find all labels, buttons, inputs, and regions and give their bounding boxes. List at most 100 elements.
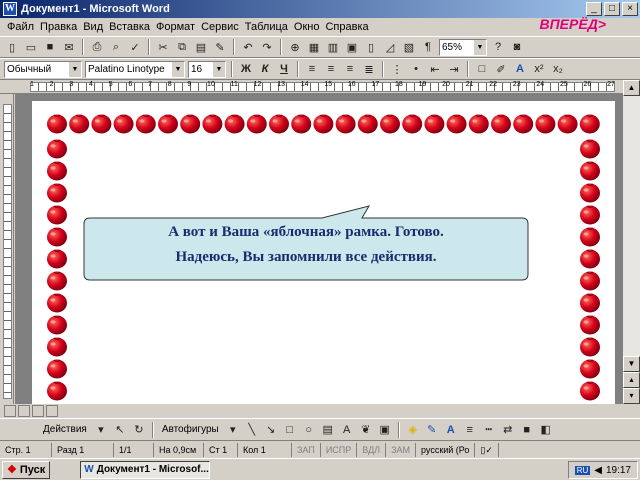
taskbar-word-button[interactable]: W Документ1 - Microsof... bbox=[80, 460, 211, 479]
3d-icon[interactable]: ◧ bbox=[538, 422, 554, 438]
align-center-icon[interactable]: ≡ bbox=[323, 61, 339, 77]
volume-icon[interactable]: ◀ bbox=[594, 465, 602, 476]
show-formatting-icon[interactable]: ¶ bbox=[420, 39, 436, 55]
undo-icon[interactable]: ↶ bbox=[240, 39, 256, 55]
print-icon[interactable]: ⎙ bbox=[89, 39, 105, 55]
font-color-icon[interactable]: A bbox=[443, 422, 459, 438]
spelling-icon[interactable]: ✓ bbox=[127, 39, 143, 55]
actions-menu[interactable]: Действия bbox=[40, 424, 90, 435]
status-ext[interactable]: ВДЛ bbox=[357, 442, 387, 457]
picture-icon[interactable]: ▣ bbox=[377, 422, 393, 438]
web-view-icon[interactable] bbox=[18, 405, 30, 417]
status-trk[interactable]: ИСПР bbox=[321, 442, 358, 457]
autoshapes-menu[interactable]: Автофигуры bbox=[159, 424, 222, 435]
justify-icon[interactable]: ≣ bbox=[361, 61, 377, 77]
arrow-icon[interactable]: ↘ bbox=[263, 422, 279, 438]
save-icon[interactable]: ■ bbox=[42, 39, 58, 55]
columns-icon[interactable]: ▯ bbox=[363, 39, 379, 55]
redo-icon[interactable]: ↷ bbox=[259, 39, 275, 55]
read-icon[interactable]: ◙ bbox=[509, 39, 525, 55]
highlight-icon[interactable]: ✐ bbox=[493, 61, 509, 77]
document-page[interactable]: А вот и Ваша «яблочная» рамка. Готово. Н… bbox=[32, 101, 615, 404]
text-box-icon[interactable]: ▤ bbox=[320, 422, 336, 438]
spelling-status-icon[interactable]: ▯✓ bbox=[475, 442, 499, 457]
help-icon[interactable]: ? bbox=[490, 39, 506, 55]
chevron-down-icon[interactable]: ▾ bbox=[225, 422, 241, 438]
normal-view-icon[interactable] bbox=[4, 405, 16, 417]
chevron-down-icon[interactable]: ▼ bbox=[213, 61, 225, 77]
chevron-down-icon[interactable]: ▼ bbox=[69, 61, 81, 77]
dash-style-icon[interactable]: ┅ bbox=[481, 422, 497, 438]
shadow-icon[interactable]: ■ bbox=[519, 422, 535, 438]
style-select[interactable]: Обычный ▼ bbox=[4, 60, 82, 78]
mail-icon[interactable]: ✉ bbox=[61, 39, 77, 55]
increase-indent-icon[interactable]: ⇥ bbox=[446, 61, 462, 77]
bold-button[interactable]: Ж bbox=[238, 61, 254, 77]
horizontal-ruler[interactable]: 1 2 3 4 5 6 7 8 9 10 11 12 13 14 15 16 17 18 19 20 21 22 23 24 2… bbox=[0, 80, 640, 94]
print-preview-icon[interactable]: ⌕ bbox=[108, 39, 124, 55]
copy-icon[interactable]: ⧉ bbox=[174, 39, 190, 55]
open-folder-icon[interactable]: ▭ bbox=[23, 39, 39, 55]
superscript-icon[interactable]: x² bbox=[531, 61, 547, 77]
scroll-up-icon[interactable]: ▲ bbox=[623, 80, 640, 96]
vertical-ruler[interactable] bbox=[0, 94, 14, 404]
paste-icon[interactable]: ▤ bbox=[193, 39, 209, 55]
font-color-icon[interactable]: A bbox=[512, 61, 528, 77]
wordart-icon[interactable]: A bbox=[339, 422, 355, 438]
next-page-icon[interactable]: ▾ bbox=[623, 388, 640, 404]
borders-icon[interactable]: □ bbox=[474, 61, 490, 77]
scroll-down-icon[interactable]: ▼ bbox=[623, 356, 640, 372]
minimize-button[interactable]: _ bbox=[586, 2, 602, 16]
menu-tools[interactable]: Сервис bbox=[198, 21, 242, 33]
menu-format[interactable]: Формат bbox=[153, 21, 198, 33]
rotate-icon[interactable]: ↻ bbox=[131, 422, 147, 438]
bullets-icon[interactable]: • bbox=[408, 61, 424, 77]
select-objects-icon[interactable]: ↖ bbox=[112, 422, 128, 438]
line-icon[interactable]: ╲ bbox=[244, 422, 260, 438]
maximize-button[interactable]: □ bbox=[604, 2, 620, 16]
align-right-icon[interactable]: ≡ bbox=[342, 61, 358, 77]
menu-help[interactable]: Справка bbox=[322, 21, 371, 33]
word-app-icon[interactable]: W bbox=[3, 2, 17, 16]
print-layout-icon[interactable] bbox=[32, 405, 44, 417]
menu-view[interactable]: Вид bbox=[80, 21, 106, 33]
document-map-icon[interactable]: ▧ bbox=[401, 39, 417, 55]
fill-color-icon[interactable]: ◈ bbox=[405, 422, 421, 438]
tables-borders-icon[interactable]: ▦ bbox=[306, 39, 322, 55]
hyperlink-icon[interactable]: ⊕ bbox=[287, 39, 303, 55]
numbering-icon[interactable]: ⋮ bbox=[389, 61, 405, 77]
cut-icon[interactable]: ✂ bbox=[155, 39, 171, 55]
menu-edit[interactable]: Правка bbox=[37, 21, 80, 33]
line-style-icon[interactable]: ≡ bbox=[462, 422, 478, 438]
arrow-style-icon[interactable]: ⇄ bbox=[500, 422, 516, 438]
vertical-scrollbar[interactable]: ▲ ▼ ▴ ▾ bbox=[623, 80, 640, 404]
menu-file[interactable]: Файл bbox=[4, 21, 37, 33]
previous-page-icon[interactable]: ▴ bbox=[623, 372, 640, 388]
chevron-down-icon[interactable]: ▾ bbox=[93, 422, 109, 438]
insert-table-icon[interactable]: ▥ bbox=[325, 39, 341, 55]
rectangle-icon[interactable]: □ bbox=[282, 422, 298, 438]
line-color-icon[interactable]: ✎ bbox=[424, 422, 440, 438]
font-select[interactable]: Palatino Linotype ▼ bbox=[85, 60, 185, 78]
zoom-select[interactable]: 65% ▼ bbox=[439, 38, 487, 56]
underline-button[interactable]: Ч bbox=[276, 61, 292, 77]
format-painter-icon[interactable]: ✎ bbox=[212, 39, 228, 55]
subscript-icon[interactable]: x₂ bbox=[550, 61, 566, 77]
chevron-down-icon[interactable]: ▼ bbox=[172, 61, 184, 77]
status-rec[interactable]: ЗАП bbox=[292, 442, 321, 457]
menu-insert[interactable]: Вставка bbox=[106, 21, 153, 33]
start-button[interactable]: ❖ Пуск bbox=[2, 460, 51, 479]
oval-icon[interactable]: ○ bbox=[301, 422, 317, 438]
font-size-select[interactable]: 16 ▼ bbox=[188, 60, 226, 78]
next-slide-button[interactable]: ВПЕРЁД> bbox=[540, 16, 607, 32]
close-button[interactable]: × bbox=[622, 2, 638, 16]
status-ovr[interactable]: ЗАМ bbox=[386, 442, 417, 457]
align-left-icon[interactable]: ≡ bbox=[304, 61, 320, 77]
drawing-icon[interactable]: ◿ bbox=[382, 39, 398, 55]
italic-button[interactable]: К bbox=[257, 61, 273, 77]
insert-excel-icon[interactable]: ▣ bbox=[344, 39, 360, 55]
outline-view-icon[interactable] bbox=[46, 405, 58, 417]
menu-window[interactable]: Окно bbox=[291, 21, 323, 33]
decrease-indent-icon[interactable]: ⇤ bbox=[427, 61, 443, 77]
new-document-icon[interactable]: ▯ bbox=[4, 39, 20, 55]
